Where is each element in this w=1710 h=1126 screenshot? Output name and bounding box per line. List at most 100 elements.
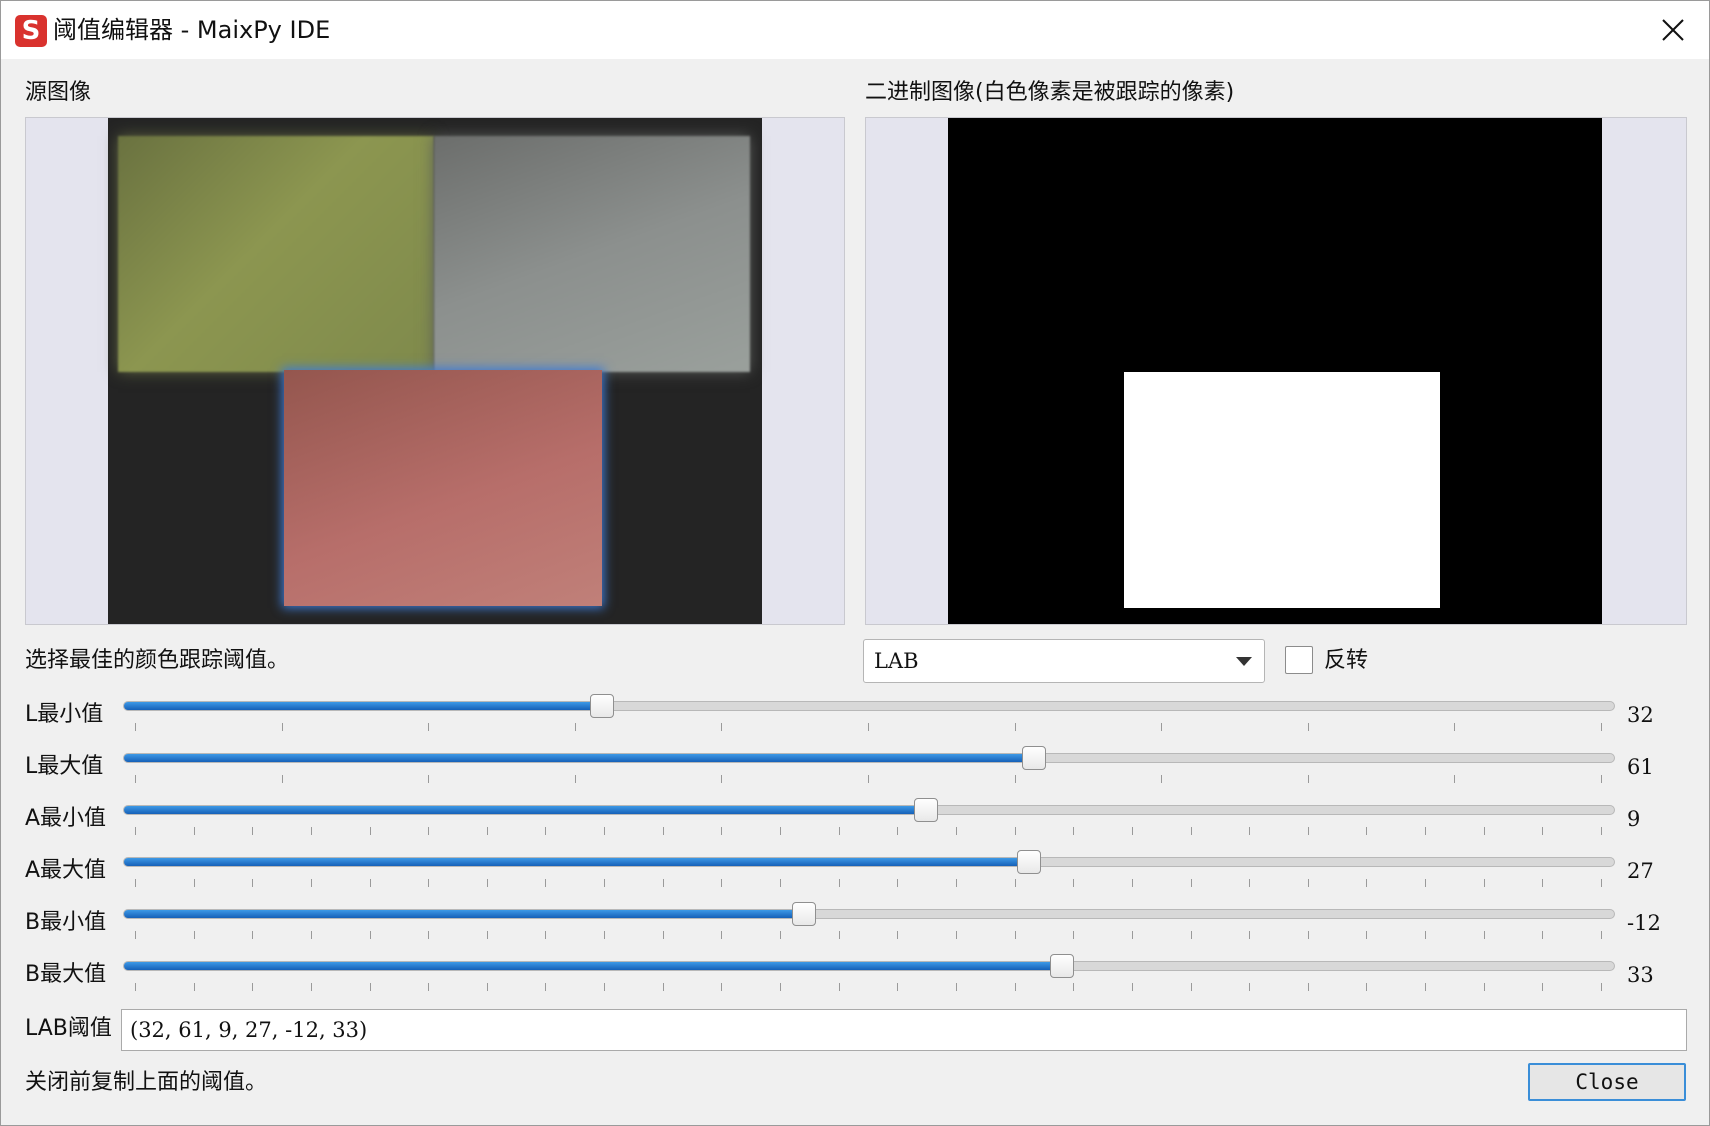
tick-mark [1601, 879, 1602, 887]
tick-mark [428, 723, 429, 731]
tick-mark [1484, 983, 1485, 991]
tick-mark [1161, 775, 1162, 783]
tick-mark [1425, 827, 1426, 835]
tick-mark [194, 879, 195, 887]
color-space-select[interactable]: LAB [863, 639, 1265, 683]
tick-mark [1308, 879, 1309, 887]
l-min-label: L最小值 [25, 702, 104, 727]
tick-mark [194, 931, 195, 939]
tick-mark [604, 983, 605, 991]
tick-mark [311, 879, 312, 887]
tick-mark [487, 931, 488, 939]
tick-mark [428, 931, 429, 939]
slider-ticks [135, 723, 1602, 731]
tick-mark [1366, 827, 1367, 835]
tick-mark [428, 827, 429, 835]
slider-ticks [135, 775, 1602, 783]
b-max-slider[interactable] [123, 954, 1615, 978]
slider-thumb[interactable] [590, 694, 614, 718]
slider-fill [124, 858, 1028, 866]
tick-mark [135, 775, 136, 783]
tick-mark [370, 879, 371, 887]
slider-thumb[interactable] [1017, 850, 1041, 874]
slider-thumb[interactable] [1050, 954, 1074, 978]
tick-mark [545, 879, 546, 887]
slider-fill [124, 806, 925, 814]
tick-mark [868, 723, 869, 731]
threshold-label: LAB阈值 [25, 1016, 112, 1041]
tick-mark [1542, 983, 1543, 991]
slider-thumb[interactable] [914, 798, 938, 822]
tick-mark [897, 827, 898, 835]
tick-mark [487, 983, 488, 991]
tick-mark [721, 931, 722, 939]
tick-mark [663, 931, 664, 939]
tick-mark [1015, 827, 1016, 835]
tick-mark [839, 879, 840, 887]
gray-patch [434, 136, 750, 372]
tick-mark [311, 931, 312, 939]
tick-mark [1249, 879, 1250, 887]
tick-mark [1015, 723, 1016, 731]
tick-mark [1454, 723, 1455, 731]
tick-mark [839, 931, 840, 939]
slider-thumb[interactable] [792, 902, 816, 926]
l-min-slider[interactable] [123, 694, 1615, 718]
tick-mark [604, 931, 605, 939]
slider-fill [124, 754, 1033, 762]
slider-thumb[interactable] [1022, 746, 1046, 770]
binary-image-label: 二进制图像(白色像素是被跟踪的像素) [865, 80, 1235, 105]
tick-mark [311, 827, 312, 835]
a-min-label: A最小值 [25, 806, 107, 831]
tick-mark [663, 827, 664, 835]
tick-mark [663, 879, 664, 887]
tick-mark [1425, 983, 1426, 991]
threshold-value[interactable]: (32, 61, 9, 27, -12, 33) [130, 1018, 367, 1042]
tick-mark [252, 983, 253, 991]
a-max-slider[interactable] [123, 850, 1615, 874]
tick-mark [897, 983, 898, 991]
l-min-value: 32 [1627, 703, 1654, 727]
tick-mark [1191, 879, 1192, 887]
invert-checkbox[interactable] [1285, 646, 1313, 674]
close-button[interactable]: Close [1528, 1063, 1686, 1101]
invert-label[interactable]: 反转 [1324, 647, 1368, 675]
a-min-slider[interactable] [123, 798, 1615, 822]
tick-mark [370, 931, 371, 939]
tick-mark [1132, 879, 1133, 887]
b-min-label: B最小值 [25, 910, 107, 935]
tick-mark [545, 983, 546, 991]
tick-mark [1542, 931, 1543, 939]
source-image-frame [25, 117, 845, 625]
l-max-slider[interactable] [123, 746, 1615, 770]
tick-mark [1191, 983, 1192, 991]
b-max-value: 33 [1627, 963, 1654, 987]
tick-mark [780, 827, 781, 835]
window-title: 阈值编辑器 - MaixPy IDE [53, 16, 331, 44]
tick-mark [1308, 983, 1309, 991]
red-patch [284, 370, 602, 606]
binary-image-frame [865, 117, 1687, 625]
tick-mark [428, 775, 429, 783]
tick-mark [1366, 879, 1367, 887]
tick-mark [428, 879, 429, 887]
b-min-slider[interactable] [123, 902, 1615, 926]
title-bar[interactable]: S 阈值编辑器 - MaixPy IDE [1, 1, 1709, 59]
tick-mark [721, 827, 722, 835]
tick-mark [956, 879, 957, 887]
close-icon [1662, 19, 1684, 41]
slider-fill [124, 962, 1061, 970]
tick-mark [575, 775, 576, 783]
close-window-button[interactable] [1649, 9, 1695, 51]
tick-mark [252, 879, 253, 887]
tick-mark [1015, 931, 1016, 939]
tick-mark [194, 827, 195, 835]
tick-mark [282, 775, 283, 783]
tick-mark [721, 879, 722, 887]
tick-mark [1073, 931, 1074, 939]
tick-mark [1484, 827, 1485, 835]
l-max-value: 61 [1627, 755, 1654, 779]
slider-fill [124, 910, 803, 918]
copy-hint-text: 关闭前复制上面的阈值。 [25, 1070, 268, 1095]
threshold-field[interactable]: (32, 61, 9, 27, -12, 33) [121, 1009, 1687, 1051]
